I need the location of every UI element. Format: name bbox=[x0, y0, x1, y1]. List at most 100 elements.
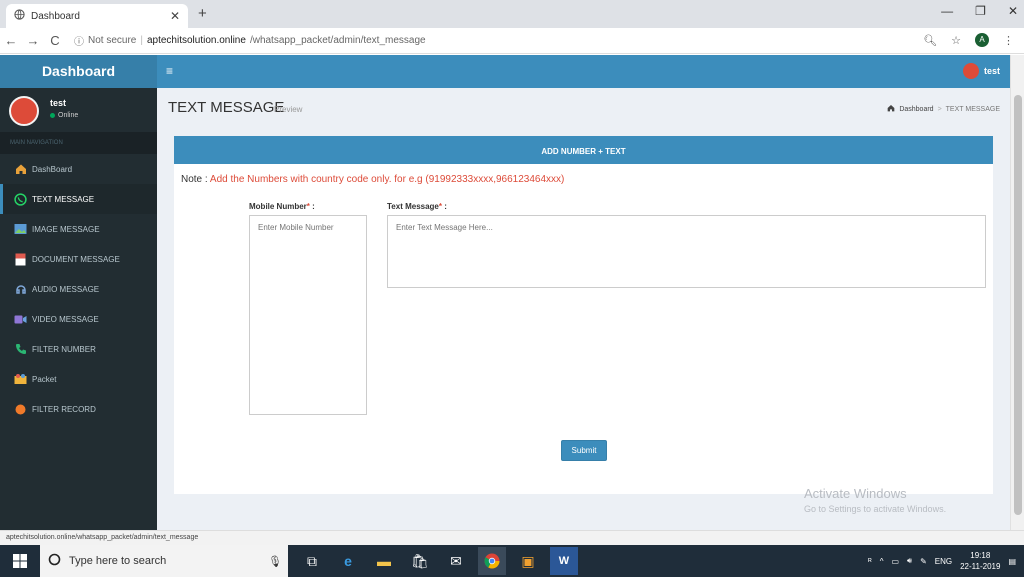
sidebar-item-label: FILTER RECORD bbox=[32, 404, 96, 414]
task-view-icon[interactable]: ⧉ bbox=[298, 547, 326, 575]
volume-icon[interactable]: 🔊︎ bbox=[907, 556, 912, 566]
activate-windows-watermark: Activate Windows Go to Settings to activ… bbox=[804, 486, 946, 514]
avatar bbox=[9, 96, 39, 126]
maximize-icon[interactable]: ❐ bbox=[975, 4, 986, 18]
label-suffix: : bbox=[309, 202, 315, 211]
minimize-icon[interactable]: — bbox=[941, 4, 953, 18]
scrollbar-thumb[interactable] bbox=[1014, 95, 1022, 515]
breadcrumb-home[interactable]: Dashboard bbox=[899, 106, 933, 113]
chrome-icon[interactable] bbox=[478, 547, 506, 575]
sidebar-item-image-message[interactable]: IMAGE MESSAGE bbox=[0, 214, 157, 244]
tray-chevron-icon[interactable]: ^ bbox=[880, 557, 884, 566]
page-subtitle: Preview bbox=[274, 105, 303, 114]
zoom-icon[interactable]: 🔍︎ bbox=[923, 34, 937, 47]
sidebar-item-packet[interactable]: Packet bbox=[0, 364, 157, 394]
profile-avatar[interactable]: A bbox=[975, 33, 989, 47]
sidebar-item-dashboard[interactable]: DashBoard bbox=[0, 154, 157, 184]
ink-icon[interactable]: ✎ bbox=[920, 557, 927, 566]
taskbar-search[interactable]: Type here to search 🎙︎ bbox=[40, 545, 288, 577]
browser-tab-bar: Dashboard ✕ + — ❐ ✕ bbox=[0, 0, 1024, 28]
sidebar-item-label: TEXT MESSAGE bbox=[32, 194, 95, 204]
logo[interactable]: Dashboard bbox=[0, 55, 157, 88]
document-icon bbox=[14, 253, 27, 266]
sidebar-item-label: IMAGE MESSAGE bbox=[32, 224, 100, 234]
outlook-icon[interactable]: ▣ bbox=[514, 547, 542, 575]
url-field[interactable]: ⓘ Not secure | aptechitsolution.online/w… bbox=[74, 33, 426, 48]
breadcrumb: Dashboard > TEXT MESSAGE bbox=[887, 104, 1000, 114]
edge-icon[interactable]: e bbox=[334, 547, 362, 575]
sidebar-item-document-message[interactable]: DOCUMENT MESSAGE bbox=[0, 244, 157, 274]
sidebar-item-text-message[interactable]: TEXT MESSAGE bbox=[0, 184, 157, 214]
clock[interactable]: 19:18 22-11-2019 bbox=[960, 550, 1000, 572]
search-placeholder: Type here to search bbox=[69, 555, 167, 567]
app-header: Dashboard ≡ test bbox=[0, 55, 1010, 88]
back-icon[interactable]: ← bbox=[0, 33, 22, 48]
language-indicator[interactable]: ENG bbox=[935, 557, 952, 566]
microphone-icon[interactable]: 🎙︎ bbox=[268, 555, 282, 568]
sidebar-item-label: Packet bbox=[32, 374, 57, 384]
address-bar-actions: 🔍︎ ☆ A ⋮ bbox=[923, 33, 1014, 47]
browser-menu-icon[interactable]: ⋮ bbox=[1003, 34, 1014, 47]
sidebar-item-label: VIDEO MESSAGE bbox=[32, 314, 99, 324]
mobile-number-input[interactable] bbox=[249, 215, 367, 415]
whatsapp-icon bbox=[14, 192, 27, 206]
form-box: ADD NUMBER + TEXT Note : Add the Numbers… bbox=[174, 136, 993, 494]
window-controls: — ❐ ✕ bbox=[941, 4, 1018, 18]
user-avatar-icon bbox=[962, 63, 979, 79]
sidebar-user-name: test bbox=[50, 98, 67, 108]
reload-icon[interactable]: C bbox=[44, 33, 66, 48]
address-bar: ← → C ⓘ Not secure | aptechitsolution.on… bbox=[0, 28, 1024, 54]
mobile-number-label: Mobile Number* : bbox=[249, 202, 315, 211]
text-message-label: Text Message* : bbox=[387, 202, 447, 211]
status-bar: aptechitsolution.online/whatsapp_packet/… bbox=[0, 530, 1024, 545]
phone-icon bbox=[14, 343, 27, 356]
packet-icon bbox=[14, 373, 27, 386]
user-menu-name: test bbox=[983, 66, 1000, 76]
sidebar-item-video-message[interactable]: VIDEO MESSAGE bbox=[0, 304, 157, 334]
network-icon[interactable]: ▭ bbox=[891, 557, 899, 566]
mobile-label-text: Mobile Number bbox=[249, 202, 307, 211]
system-tray: ᴿ ^ ▭ 🔊︎ ✎ ENG 19:18 22-11-2019 ▤ bbox=[868, 545, 1024, 577]
box-title: ADD NUMBER + TEXT bbox=[174, 139, 993, 164]
watermark-title: Activate Windows bbox=[804, 486, 907, 501]
close-window-icon[interactable]: ✕ bbox=[1008, 4, 1018, 18]
sidebar-item-filter-record[interactable]: FILTER RECORD bbox=[0, 394, 157, 424]
page-scrollbar[interactable] bbox=[1010, 55, 1024, 530]
windows-start-icon[interactable] bbox=[0, 545, 40, 577]
store-icon[interactable]: 🛍︎ bbox=[406, 547, 434, 575]
bookmark-star-icon[interactable]: ☆ bbox=[951, 34, 961, 47]
sidebar-item-label: DashBoard bbox=[32, 164, 73, 174]
people-icon[interactable]: ᴿ bbox=[868, 557, 872, 566]
page-title: TEXT MESSAGE bbox=[168, 99, 285, 116]
new-tab-button[interactable]: + bbox=[198, 5, 207, 22]
taskbar: Type here to search 🎙︎ ⧉ e ▬ 🛍︎ ✉ ▣ W ᴿ … bbox=[0, 545, 1024, 577]
user-panel: test Online bbox=[0, 88, 157, 132]
clock-time: 19:18 bbox=[970, 551, 991, 560]
browser-tab[interactable]: Dashboard ✕ bbox=[6, 4, 188, 28]
forward-icon[interactable]: → bbox=[22, 33, 44, 48]
sidebar-item-audio-message[interactable]: AUDIO MESSAGE bbox=[0, 274, 157, 304]
text-message-input[interactable] bbox=[387, 215, 986, 288]
clock-date: 22-11-2019 bbox=[960, 562, 1001, 571]
file-explorer-icon[interactable]: ▬ bbox=[370, 547, 398, 575]
label-suffix: : bbox=[442, 202, 447, 211]
audio-icon bbox=[14, 283, 27, 296]
close-tab-icon[interactable]: ✕ bbox=[170, 9, 180, 23]
mail-icon[interactable]: ✉ bbox=[442, 547, 470, 575]
online-dot-icon bbox=[50, 113, 55, 118]
sidebar-menu: DashBoard TEXT MESSAGE IMAGE MESSAGE DOC… bbox=[0, 154, 157, 424]
online-status-label: Online bbox=[58, 112, 79, 119]
note: Note : Add the Numbers with country code… bbox=[181, 174, 564, 185]
sidebar-toggle-icon[interactable]: ≡ bbox=[166, 64, 173, 78]
video-icon bbox=[14, 313, 27, 326]
sidebar-item-filter-number[interactable]: FILTER NUMBER bbox=[0, 334, 157, 364]
note-prefix: Note : bbox=[181, 174, 210, 185]
submit-button[interactable]: Submit bbox=[561, 440, 607, 461]
note-text: Add the Numbers with country code only. … bbox=[209, 174, 565, 185]
word-icon[interactable]: W bbox=[550, 547, 578, 575]
home-icon bbox=[14, 163, 27, 176]
nav-header: MAIN NAVIGATION bbox=[0, 132, 157, 154]
user-menu[interactable]: test bbox=[962, 63, 1000, 79]
taskbar-apps: ⧉ e ▬ 🛍︎ ✉ ▣ W bbox=[298, 547, 578, 575]
notification-icon[interactable]: ▤ bbox=[1008, 557, 1016, 566]
